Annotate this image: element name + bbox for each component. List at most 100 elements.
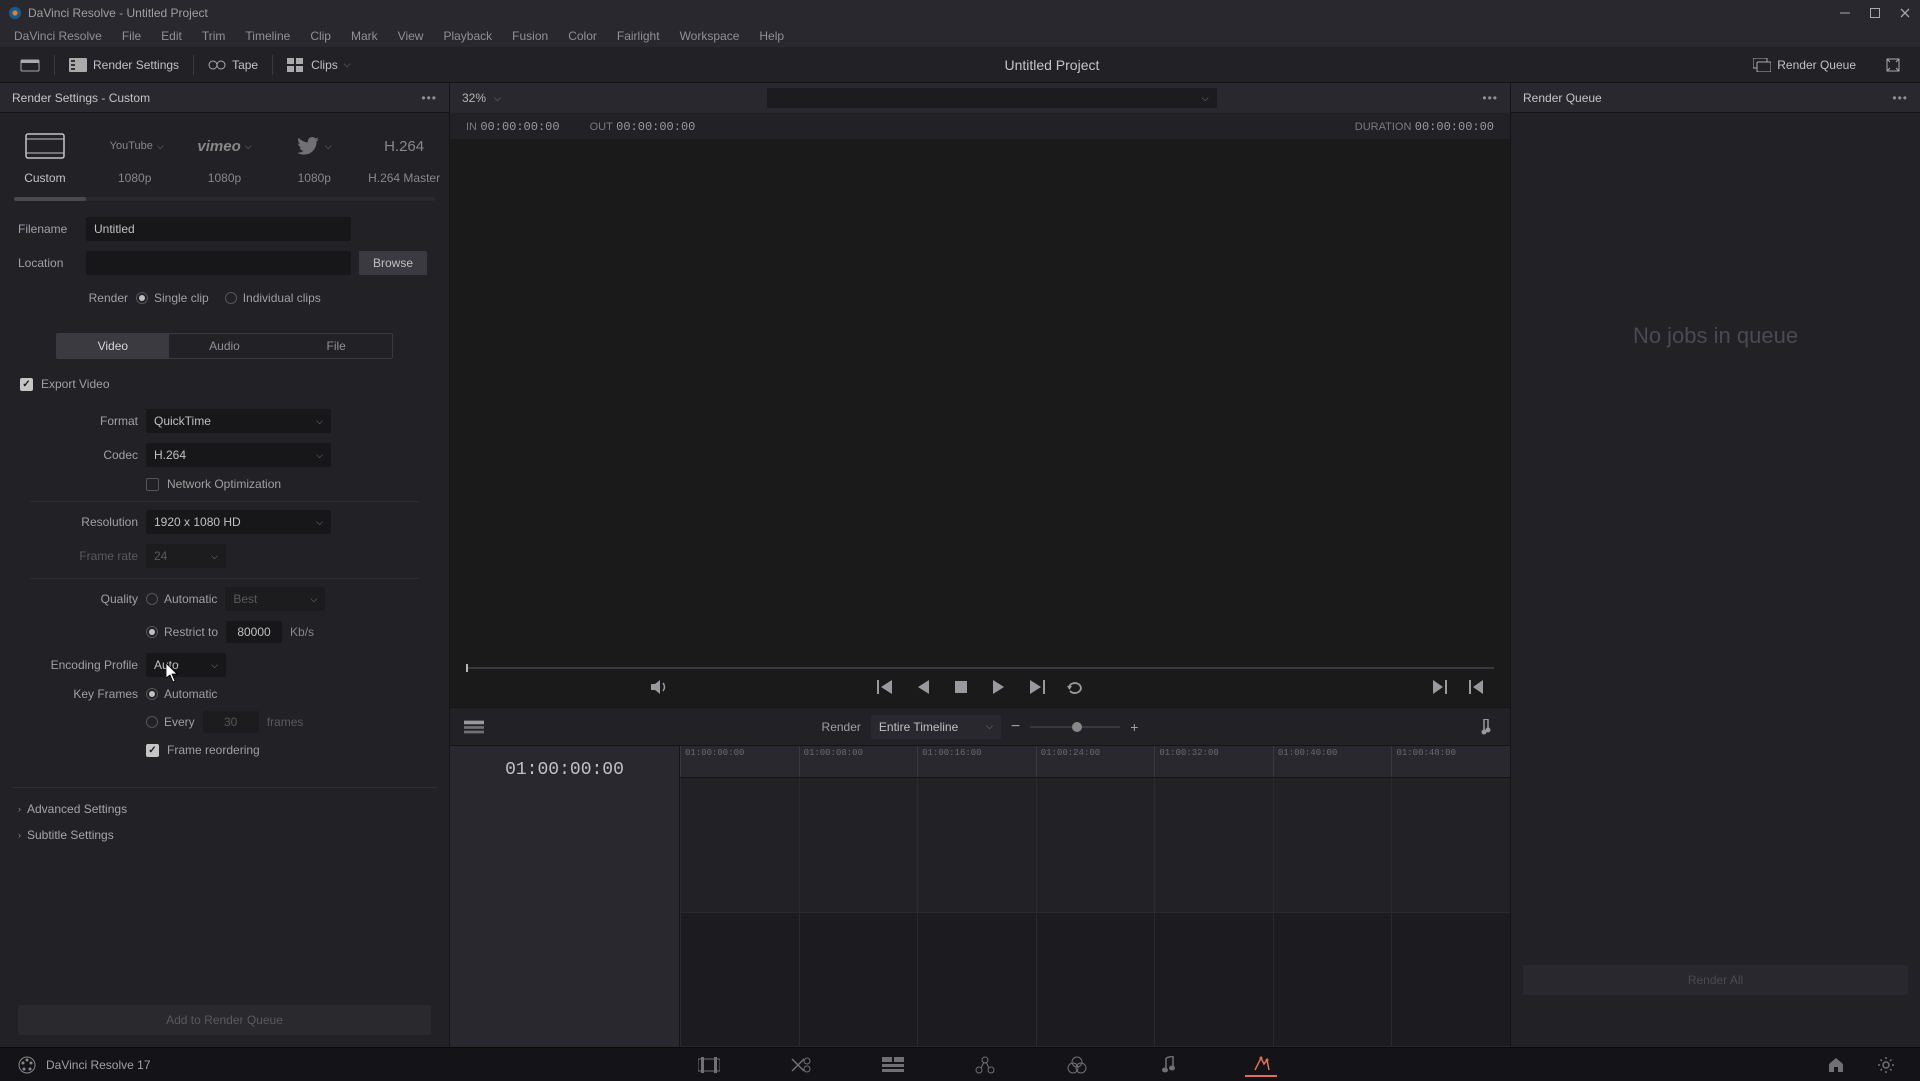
play-button[interactable] bbox=[989, 677, 1009, 697]
network-opt-check[interactable]: Network Optimization bbox=[146, 477, 281, 491]
format-label: Format bbox=[18, 414, 138, 428]
page-color[interactable] bbox=[1061, 1053, 1093, 1077]
timeline-view-icon[interactable] bbox=[464, 717, 484, 737]
audio-toggle-icon[interactable] bbox=[1476, 717, 1496, 737]
zoom-select[interactable]: 32%⌵ bbox=[462, 91, 501, 105]
framerate-select: 24⌵ bbox=[146, 544, 226, 568]
menu-fusion[interactable]: Fusion bbox=[502, 27, 558, 45]
location-input[interactable] bbox=[86, 251, 351, 275]
advanced-settings-toggle[interactable]: ›Advanced Settings bbox=[0, 796, 449, 822]
menu-help[interactable]: Help bbox=[749, 27, 794, 45]
keyframes-auto-radio[interactable]: Automatic bbox=[146, 687, 217, 701]
codec-select[interactable]: H.264⌵ bbox=[146, 443, 331, 467]
menu-trim[interactable]: Trim bbox=[192, 27, 236, 45]
minimize-button[interactable] bbox=[1838, 6, 1852, 20]
format-select[interactable]: QuickTime⌵ bbox=[146, 409, 331, 433]
quick-export-icon[interactable] bbox=[10, 53, 50, 77]
tab-file[interactable]: File bbox=[280, 334, 392, 358]
out-value: 00:00:00:00 bbox=[616, 120, 695, 134]
first-frame-button[interactable] bbox=[875, 677, 895, 697]
menu-clip[interactable]: Clip bbox=[300, 27, 341, 45]
menu-color[interactable]: Color bbox=[558, 27, 607, 45]
resolution-label: Resolution bbox=[18, 515, 138, 529]
viewer-menu-icon[interactable]: ••• bbox=[1482, 91, 1498, 105]
page-media[interactable] bbox=[693, 1053, 725, 1077]
loop-button[interactable] bbox=[1065, 677, 1085, 697]
tab-audio[interactable]: Audio bbox=[169, 334, 281, 358]
frame-reorder-check[interactable]: Frame reordering bbox=[146, 743, 260, 757]
page-edit[interactable] bbox=[877, 1053, 909, 1077]
menu-mark[interactable]: Mark bbox=[341, 27, 388, 45]
page-fairlight[interactable] bbox=[1153, 1053, 1185, 1077]
menu-davinci[interactable]: DaVinci Resolve bbox=[4, 27, 112, 45]
tab-video[interactable]: Video bbox=[57, 334, 169, 358]
quality-auto-radio[interactable]: Automatic bbox=[146, 592, 217, 606]
render-single-radio[interactable]: Single clip bbox=[136, 291, 209, 305]
page-deliver[interactable] bbox=[1245, 1053, 1277, 1077]
zoom-in-button[interactable]: + bbox=[1130, 719, 1138, 735]
home-icon[interactable] bbox=[1820, 1053, 1852, 1077]
queue-empty-message: No jobs in queue bbox=[1511, 323, 1920, 349]
filename-input[interactable] bbox=[86, 217, 351, 241]
menu-playback[interactable]: Playback bbox=[433, 27, 502, 45]
next-frame-button[interactable] bbox=[1027, 677, 1047, 697]
menu-edit[interactable]: Edit bbox=[151, 27, 192, 45]
timeline-select[interactable]: ⌵ bbox=[767, 88, 1217, 108]
video-track[interactable] bbox=[680, 778, 1510, 913]
export-video-check[interactable]: Export Video bbox=[20, 377, 431, 391]
render-settings-button[interactable]: Render Settings bbox=[59, 54, 189, 76]
render-all-button: Render All bbox=[1523, 965, 1908, 995]
browse-button[interactable]: Browse bbox=[359, 251, 427, 275]
zoom-slider[interactable] bbox=[1030, 726, 1120, 728]
keyframes-every-radio[interactable]: Every bbox=[146, 715, 195, 729]
zoom-out-button[interactable]: − bbox=[1011, 718, 1020, 736]
quality-restrict-radio[interactable]: Restrict to bbox=[146, 625, 218, 639]
bottombar: DaVinci Resolve 17 bbox=[0, 1047, 1920, 1081]
clips-button[interactable]: Clips⌵ bbox=[277, 54, 361, 76]
volume-icon[interactable] bbox=[650, 677, 670, 697]
keyframes-label: Key Frames bbox=[18, 687, 138, 701]
menu-timeline[interactable]: Timeline bbox=[235, 27, 300, 45]
titlebar: DaVinci Resolve - Untitled Project bbox=[0, 0, 1920, 25]
preset-h264[interactable]: H.264 H.264 Master bbox=[359, 131, 449, 185]
encoding-select[interactable]: Auto⌵ bbox=[146, 653, 226, 677]
add-to-queue-button: Add to Render Queue bbox=[18, 1005, 431, 1035]
maximize-button[interactable] bbox=[1868, 6, 1882, 20]
subtitle-settings-toggle[interactable]: ›Subtitle Settings bbox=[0, 822, 449, 848]
timeline-timecode: 01:00:00:00 bbox=[450, 746, 679, 794]
preset-vimeo[interactable]: vimeo⌵ 1080p bbox=[180, 131, 270, 185]
duration-label: DURATION bbox=[1355, 121, 1412, 133]
menubar: DaVinci Resolve File Edit Trim Timeline … bbox=[0, 25, 1920, 47]
menu-file[interactable]: File bbox=[112, 27, 151, 45]
render-scope-select[interactable]: Entire Timeline⌵ bbox=[871, 715, 1001, 739]
page-fusion[interactable] bbox=[969, 1053, 1001, 1077]
preset-twitter[interactable]: ⌵ 1080p bbox=[269, 131, 359, 185]
preset-youtube[interactable]: YouTube⌵ 1080p bbox=[90, 131, 180, 185]
queue-menu-icon[interactable]: ••• bbox=[1892, 91, 1908, 105]
jump-end-button[interactable] bbox=[1430, 677, 1450, 697]
audio-track[interactable] bbox=[680, 913, 1510, 1048]
settings-icon[interactable] bbox=[1870, 1053, 1902, 1077]
preset-custom[interactable]: Custom bbox=[0, 131, 90, 185]
preset-list: Custom YouTube⌵ 1080p vimeo⌵ 1080p ⌵ 108… bbox=[0, 113, 449, 193]
menu-workspace[interactable]: Workspace bbox=[670, 27, 750, 45]
prev-frame-button[interactable] bbox=[913, 677, 933, 697]
menu-fairlight[interactable]: Fairlight bbox=[607, 27, 670, 45]
stop-button[interactable] bbox=[951, 677, 971, 697]
panel-menu-icon[interactable]: ••• bbox=[421, 91, 437, 105]
bitrate-input[interactable] bbox=[226, 621, 282, 643]
page-cut[interactable] bbox=[785, 1053, 817, 1077]
bitrate-unit: Kb/s bbox=[290, 625, 314, 639]
tape-button[interactable]: Tape bbox=[198, 54, 268, 76]
preset-scrollbar[interactable] bbox=[14, 197, 435, 201]
menu-view[interactable]: View bbox=[388, 27, 434, 45]
timeline-ruler[interactable]: 01:00:00:00 01:00:08:00 01:00:16:00 01:0… bbox=[680, 746, 1510, 778]
resolution-select[interactable]: 1920 x 1080 HD⌵ bbox=[146, 510, 331, 534]
close-button[interactable] bbox=[1898, 6, 1912, 20]
viewer[interactable] bbox=[450, 139, 1510, 707]
render-individual-radio[interactable]: Individual clips bbox=[225, 291, 321, 305]
render-queue-button[interactable]: Render Queue bbox=[1743, 54, 1866, 76]
jump-start-button[interactable] bbox=[1466, 677, 1486, 697]
render-scope-label: Render bbox=[822, 720, 861, 734]
expand-icon[interactable] bbox=[1876, 54, 1910, 76]
